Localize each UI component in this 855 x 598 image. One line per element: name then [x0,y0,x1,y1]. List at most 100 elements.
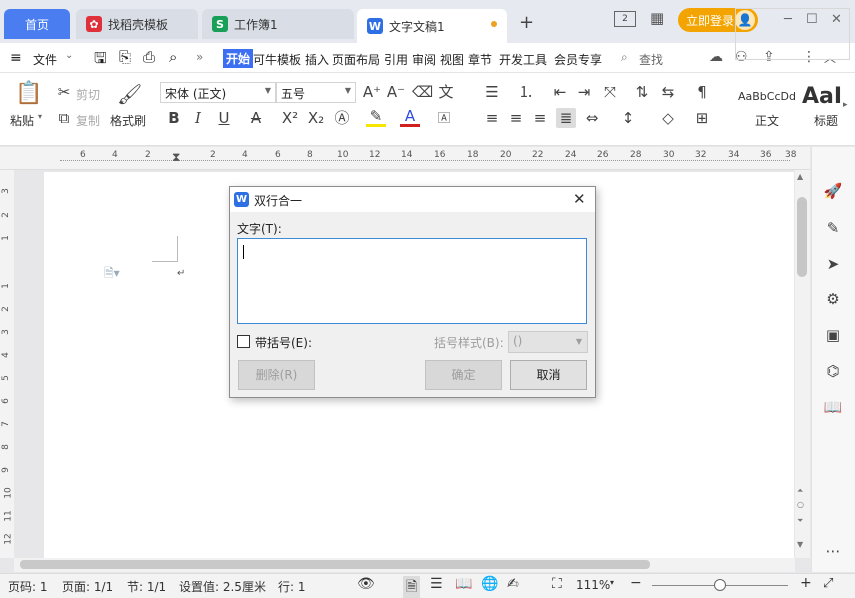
dialog-title-bar[interactable]: W 双行合一 ✕ [230,187,595,212]
fullscreen-icon[interactable]: ⤢ [823,576,833,591]
cloud-sync-icon[interactable]: ☁ [709,49,723,65]
settings-sliders-icon[interactable]: ⚙ [823,289,843,309]
window-layout-icon[interactable]: 2 [614,11,636,27]
menu-item-layout[interactable]: 页面布局 [332,51,380,68]
highlight-icon[interactable]: ✎ [366,108,386,127]
rocket-icon[interactable]: 🚀 [823,181,843,201]
increase-indent-icon[interactable]: ⇥ [574,82,594,102]
clear-format-icon[interactable]: ⌫ [412,82,433,102]
apps-grid-icon[interactable]: ▦ [650,9,664,27]
number-list-icon[interactable]: ⒈ [516,82,536,102]
page-count[interactable]: 页面: 1/1 [62,578,113,595]
select-browse-icon[interactable]: ○ [797,500,804,509]
bullet-list-icon[interactable]: ☰ [482,82,502,102]
scroll-up-icon[interactable]: ▲ [797,172,803,181]
chinese-layout-icon[interactable]: ⤧ [600,82,620,102]
style-normal-preview[interactable]: AaBbCcDd [738,90,796,103]
search-icon[interactable]: ⌕ [621,50,628,65]
zoom-out-icon[interactable]: − [630,575,642,591]
eye-protect-icon[interactable]: 👁 [357,576,375,592]
reading-view-icon[interactable]: 📖 [455,576,472,592]
tab-template[interactable]: ✿ 找稻壳模板 [76,9,198,39]
tab-home[interactable]: 首页 [4,9,70,39]
line-spacing-icon[interactable]: ↕ [618,108,638,128]
print-icon[interactable]: ⎙ [143,48,155,66]
zoom-dropdown-icon[interactable]: ▾ [610,578,614,587]
reading-icon[interactable]: 📖 [823,397,843,417]
page-view-icon[interactable]: 🗎 [403,576,421,598]
shape-tool-icon[interactable]: ⌬ [823,361,843,381]
more-chevron-icon[interactable]: » [196,50,203,64]
style-normal[interactable]: 正文 [755,112,779,129]
indent-marker-icon[interactable]: ⧗ [172,150,180,165]
zoom-slider-thumb[interactable] [714,579,726,591]
grow-font-icon[interactable]: A⁺ [362,82,382,102]
paste-button[interactable]: 粘贴 [10,112,34,129]
menu-item-insert[interactable]: 插入 [305,51,329,68]
vertical-scroll-thumb[interactable] [797,197,807,277]
menu-item-chapter[interactable]: 章节 [468,51,492,68]
menu-item-view[interactable]: 视图 [440,51,464,68]
image-tool-icon[interactable]: ▣ [823,325,843,345]
prev-page-icon[interactable]: ⏶ [797,486,803,496]
menu-item-template[interactable]: 可牛模板 [253,51,301,68]
write-mode-icon[interactable]: ✍ [507,576,519,592]
menu-item-reference[interactable]: 引用 [384,51,408,68]
text-effect-icon[interactable]: Ⓐ [332,108,352,128]
show-marks-icon[interactable]: ¶ [692,82,712,102]
font-name-select[interactable]: 宋体 (正文) ▼ [160,82,276,103]
align-center-icon[interactable]: ≡ [506,108,526,128]
paste-dropdown-icon[interactable]: ▾ [38,112,42,121]
char-border-icon[interactable]: 🄰 [434,108,454,128]
print-preview-icon[interactable]: ⌕ [169,48,177,66]
bracket-checkbox[interactable] [237,335,250,348]
paste-icon[interactable]: 📋 [15,80,42,108]
paragraph-options-icon[interactable]: 🗎▾ [104,264,120,285]
search-label[interactable]: 查找 [639,51,663,68]
underline-icon[interactable]: U [214,108,234,128]
chevron-down-icon[interactable]: ⌄ [65,50,73,61]
font-color-icon[interactable]: A [400,108,420,127]
align-right-icon[interactable]: ≡ [530,108,550,128]
bold-icon[interactable]: B [164,108,184,128]
zoom-in-icon[interactable]: + [800,575,812,591]
format-painter-icon[interactable]: 🖌 [117,80,142,108]
format-painter-button[interactable]: 格式刷 [110,112,146,129]
zoom-level[interactable]: 111% [576,578,610,592]
outline-view-icon[interactable]: ☰ [430,576,443,592]
decrease-indent-icon[interactable]: ⇤ [550,82,570,102]
section[interactable]: 节: 1/1 [127,578,166,595]
menu-start[interactable]: 开始 [223,49,254,68]
shrink-font-icon[interactable]: A⁻ [386,82,406,102]
new-tab-button[interactable]: + [519,12,534,33]
line-direction-icon[interactable]: ⇆ [658,82,678,102]
align-left-icon[interactable]: ≡ [482,108,502,128]
select-cursor-icon[interactable]: ➤ [823,254,843,274]
hamburger-icon[interactable]: ≡ [10,50,22,66]
vertical-ruler[interactable] [0,170,14,558]
scroll-down-icon[interactable]: ▼ [797,540,803,549]
style-h1[interactable]: 标题 [814,112,838,129]
shading-icon[interactable]: ◇ [658,108,678,128]
web-view-icon[interactable]: 🌐 [481,576,498,592]
strikethrough-icon[interactable]: A [246,108,266,128]
tab-document[interactable]: W 文字文稿1 [357,9,507,43]
menu-item-review[interactable]: 审阅 [412,51,436,68]
style-h1-preview[interactable]: AaI [802,84,842,109]
menu-file[interactable]: 文件 [33,51,57,68]
save-icon[interactable]: 🖫 [94,48,107,73]
menu-item-vip[interactable]: 会员专享 [554,51,602,68]
justify-icon[interactable]: ≣ [556,108,576,128]
tab-workbook[interactable]: S 工作簿1 [202,9,354,39]
more-options-icon[interactable]: ⋯ [823,541,843,561]
pinyin-icon[interactable]: 文 [436,82,456,102]
fit-window-icon[interactable]: ⛶ [552,576,562,592]
line-number[interactable]: 行: 1 [278,578,306,595]
cancel-button[interactable]: 取消 [510,360,587,390]
text-input[interactable] [237,238,587,324]
next-page-icon[interactable]: ⏷ [797,516,803,526]
italic-icon[interactable]: I [188,108,208,128]
menu-item-developer[interactable]: 开发工具 [499,51,547,68]
close-icon[interactable]: ✕ [573,190,586,208]
export-pdf-icon[interactable]: ⎘ [119,48,131,66]
